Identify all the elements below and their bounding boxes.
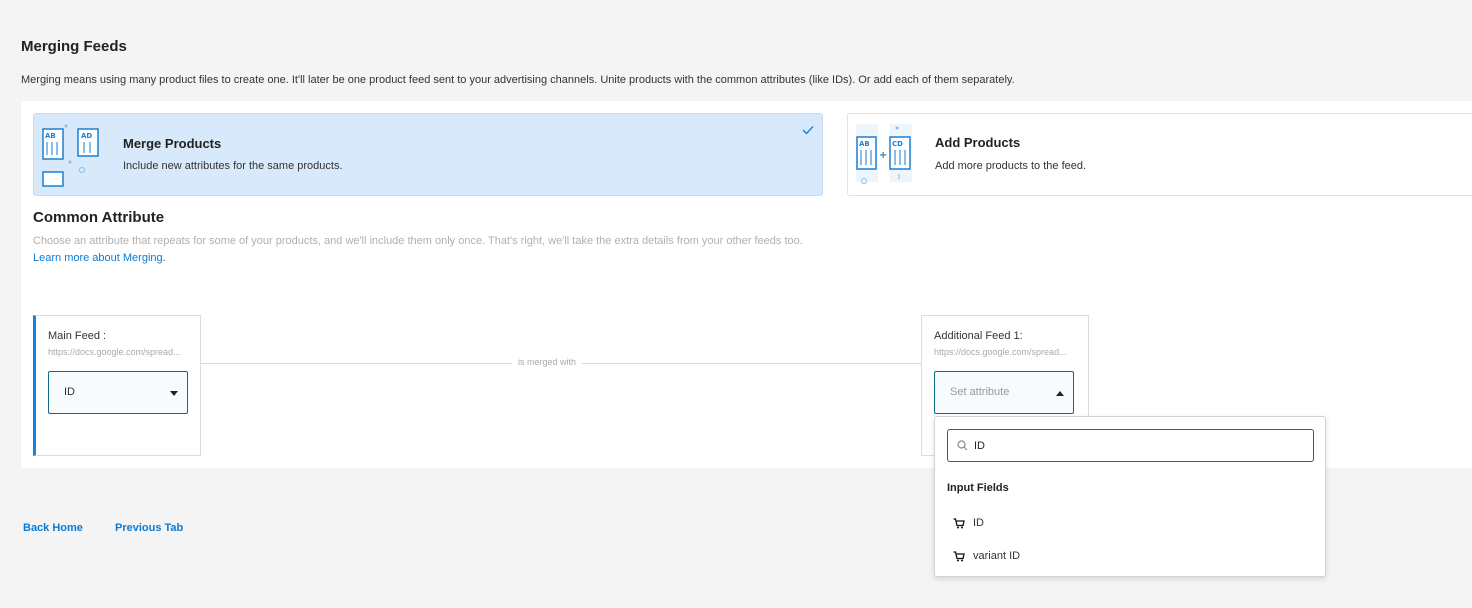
main-feed-box: Main Feed : https://docs.google.com/spre… bbox=[33, 315, 201, 456]
additional-feed-url: https://docs.google.com/spread... bbox=[934, 347, 1067, 357]
cart-icon bbox=[953, 551, 965, 562]
search-icon bbox=[957, 440, 968, 451]
dropdown-option-label: ID bbox=[973, 517, 984, 529]
additional-feed-label: Additional Feed 1: bbox=[934, 330, 1023, 342]
dropdown-group-label: Input Fields bbox=[947, 482, 1009, 494]
illustration-text-cd: CD bbox=[892, 140, 903, 148]
add-products-title: Add Products bbox=[935, 135, 1021, 150]
merge-products-illustration: AB AD bbox=[40, 124, 106, 195]
main-feed-label: Main Feed : bbox=[48, 330, 107, 342]
attribute-search-box[interactable] bbox=[947, 429, 1314, 462]
add-products-card[interactable]: AB + CD Add Products Add more products t… bbox=[847, 113, 1472, 196]
illustration-text-ab-2: AB bbox=[859, 140, 870, 148]
common-attribute-description: Choose an attribute that repeats for som… bbox=[33, 235, 803, 247]
main-feed-url: https://docs.google.com/spread... bbox=[48, 347, 181, 357]
illustration-text-ad: AD bbox=[81, 132, 92, 140]
attribute-dropdown: Input Fields ID variant ID bbox=[934, 416, 1326, 577]
svg-text:+: + bbox=[879, 150, 887, 161]
page-title: Merging Feeds bbox=[21, 38, 127, 55]
additional-feed-placeholder: Set attribute bbox=[950, 386, 1010, 398]
caret-down-icon bbox=[170, 391, 178, 396]
dropdown-option-id[interactable]: ID bbox=[947, 512, 1313, 534]
common-attribute-title: Common Attribute bbox=[33, 209, 165, 226]
cart-icon bbox=[953, 518, 965, 529]
merge-products-subtitle: Include new attributes for the same prod… bbox=[123, 160, 343, 172]
main-feed-attribute-select[interactable]: ID bbox=[48, 371, 188, 414]
merge-connector-label: is merged with bbox=[512, 357, 583, 367]
main-feed-selected-value: ID bbox=[64, 386, 75, 398]
dropdown-option-variant-id[interactable]: variant ID bbox=[947, 545, 1313, 567]
previous-tab-link[interactable]: Previous Tab bbox=[115, 522, 183, 534]
attribute-search-input[interactable] bbox=[974, 437, 1294, 455]
caret-up-icon bbox=[1056, 391, 1064, 396]
additional-feed-attribute-select[interactable]: Set attribute bbox=[934, 371, 1074, 414]
add-products-illustration: AB + CD bbox=[854, 124, 916, 195]
merge-products-title: Merge Products bbox=[123, 136, 222, 151]
add-products-subtitle: Add more products to the feed. bbox=[935, 160, 1087, 172]
learn-more-link[interactable]: Learn more about Merging. bbox=[33, 252, 166, 264]
checkmark-icon bbox=[802, 122, 814, 140]
page-description: Merging means using many product files t… bbox=[21, 74, 1015, 86]
dropdown-option-label: variant ID bbox=[973, 550, 1021, 562]
illustration-text-ab: AB bbox=[45, 132, 56, 140]
merge-products-card[interactable]: AB AD Merge Products Include new attribu… bbox=[33, 113, 823, 196]
back-home-link[interactable]: Back Home bbox=[23, 522, 83, 534]
